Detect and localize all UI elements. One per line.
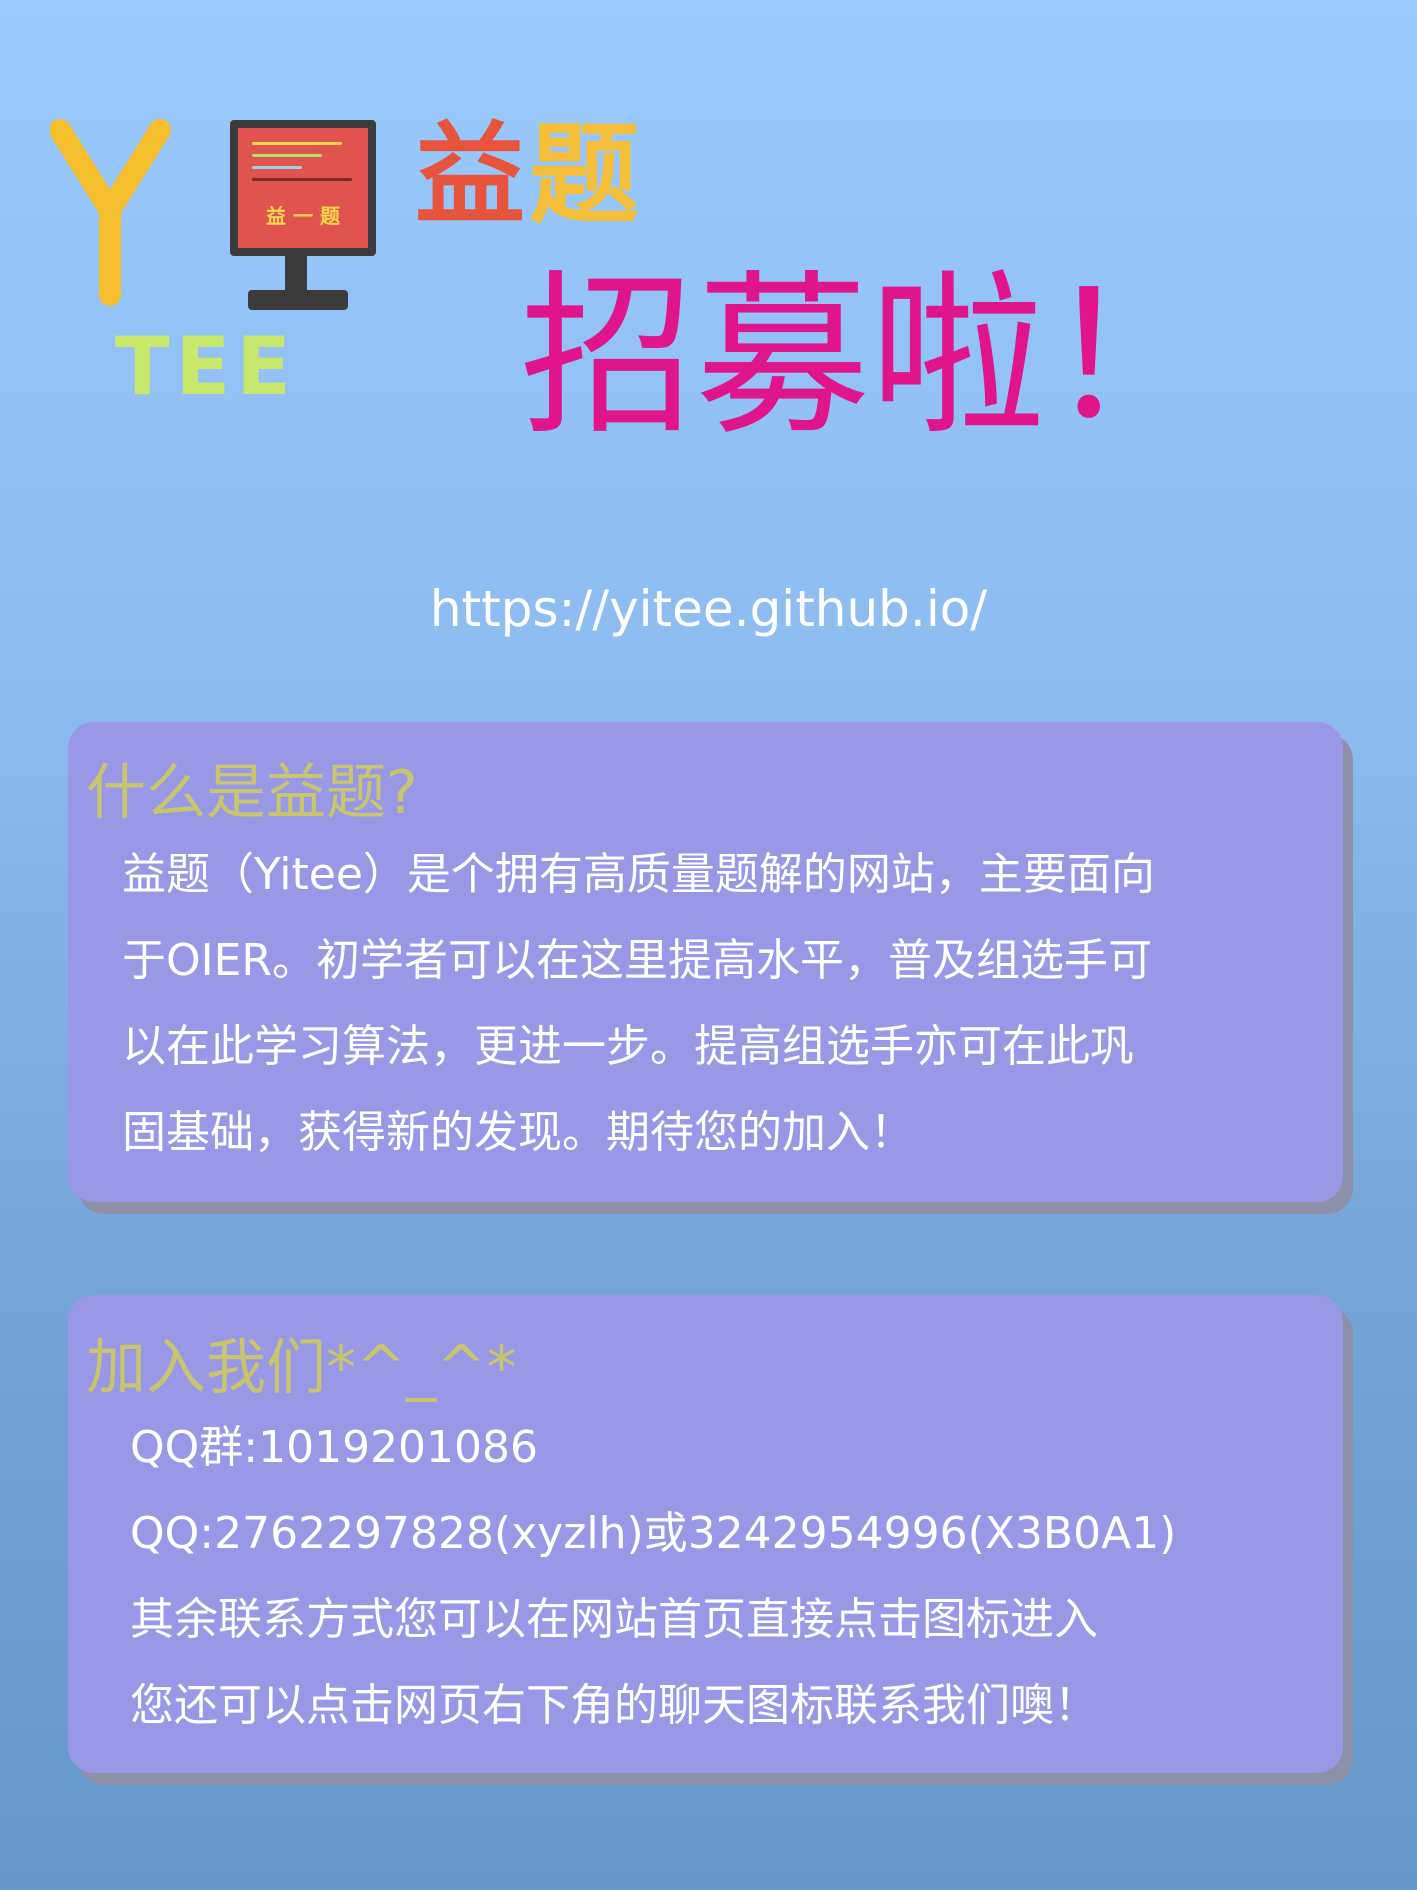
recruiting-headline: 招募啦！ <box>520 256 1220 459</box>
logo-y-letter <box>50 119 171 306</box>
about-text: 益题（Yitee）是个拥有高质量题解的网站，主要面向 于OIER。初学者可以在这… <box>122 832 1299 1176</box>
about-line: 益题（Yitee）是个拥有高质量题解的网站，主要面向 <box>122 849 1155 900</box>
other-contact-line: 其余联系方式您可以在网站首页直接点击图标进入 <box>130 1594 1098 1645</box>
qq-group-line: QQ群:1019201086 <box>130 1422 539 1473</box>
monitor-icon: 益 一 题 <box>180 110 380 310</box>
monitor-screen: 益 一 题 <box>230 120 376 256</box>
logo-wordmark: TEE <box>115 320 297 413</box>
about-heading: 什么是益题? <box>86 758 418 828</box>
site-title-char-2: 题 <box>529 110 643 239</box>
about-line: 以在此学习算法，更进一步。提高组选手亦可在此巩 <box>122 1021 1134 1072</box>
monitor-stand <box>285 255 307 293</box>
monitor-text: 益 一 题 <box>266 204 340 228</box>
chat-icon-line: 您还可以点击网页右下角的聊天图标联系我们噢！ <box>130 1680 1098 1731</box>
monitor-base <box>248 290 348 310</box>
site-title: 益题 <box>415 120 643 230</box>
site-url: https://yitee.github.io/ <box>429 580 988 638</box>
about-panel: 什么是益题? 益题（Yitee）是个拥有高质量题解的网站，主要面向 于OIER。… <box>68 722 1343 1202</box>
about-line: 于OIER。初学者可以在这里提高水平，普及组选手可 <box>122 935 1152 986</box>
join-text: QQ群:1019201086 QQ:2762297828(xyzlh)或3242… <box>130 1405 1299 1749</box>
about-line: 固基础，获得新的发现。期待您的加入！ <box>122 1107 914 1158</box>
site-title-char-1: 益 <box>415 110 529 239</box>
qq-contact-line: QQ:2762297828(xyzlh)或3242954996(X3B0A1) <box>130 1508 1177 1559</box>
join-heading: 加入我们*^_^* <box>86 1333 517 1403</box>
join-panel: 加入我们*^_^* QQ群:1019201086 QQ:2762297828(x… <box>68 1295 1343 1773</box>
yitee-logo: 益 一 题 TEE <box>50 110 376 413</box>
